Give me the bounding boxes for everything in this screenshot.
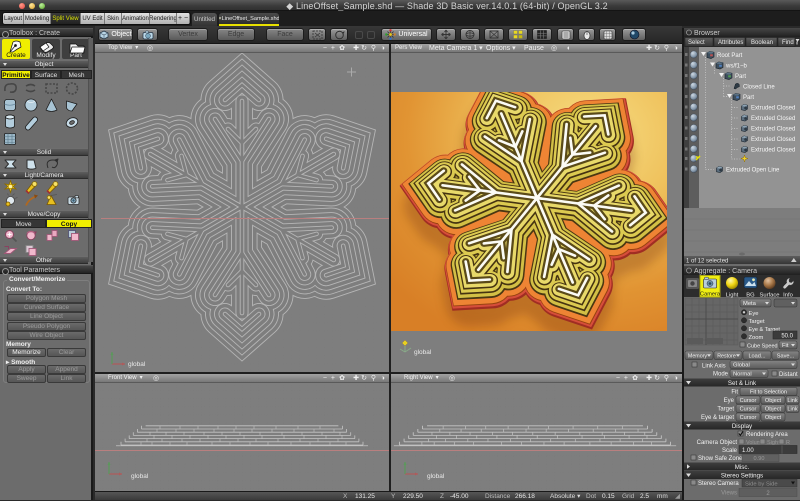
- svg-text:global: global: [414, 349, 432, 356]
- svg-text:Distant: Distant: [779, 372, 798, 378]
- svg-text:Closed Line: Closed Line: [743, 85, 775, 91]
- svg-text:Restore: Restore: [717, 354, 736, 360]
- svg-text:global: global: [128, 361, 146, 368]
- svg-text:Zoom: Zoom: [749, 335, 764, 341]
- svg-text:Cube Speed: Cube Speed: [747, 344, 778, 350]
- svg-text:Extruded Open Line: Extruded Open Line: [726, 168, 780, 174]
- svg-text:Link: Link: [787, 407, 797, 413]
- svg-text:Meta: Meta: [743, 301, 757, 307]
- svg-text:Fit: Fit: [731, 390, 738, 396]
- svg-text:Fit to Selection: Fit to Selection: [750, 390, 787, 396]
- svg-text:Target: Target: [749, 319, 766, 325]
- svg-text:Load...: Load...: [748, 354, 766, 360]
- svg-text:Stereo Settings: Stereo Settings: [721, 472, 763, 479]
- svg-text:Boolean: Boolean: [751, 40, 773, 46]
- svg-text:Extruded Closed: Extruded Closed: [751, 127, 795, 133]
- svg-text:Scale: Scale: [722, 448, 738, 454]
- svg-text:global: global: [131, 473, 149, 480]
- svg-text:Info: Info: [783, 293, 793, 299]
- svg-text:Part: Part: [743, 95, 754, 101]
- svg-text:Global: Global: [733, 363, 750, 369]
- svg-text:Normal: Normal: [733, 372, 752, 378]
- svg-text:Misc.: Misc.: [735, 464, 750, 471]
- svg-text:Save...: Save...: [777, 354, 795, 360]
- svg-text:Select: Select: [688, 40, 705, 46]
- svg-text:50.0: 50.0: [781, 334, 793, 340]
- svg-text:Sight: Sight: [767, 440, 780, 446]
- svg-text:Show Safe Zone: Show Safe Zone: [698, 456, 743, 462]
- svg-text:Cursor: Cursor: [740, 415, 757, 421]
- svg-text:Aggregate : Camera: Aggregate : Camera: [694, 268, 757, 275]
- svg-text:Light: Light: [726, 293, 739, 299]
- svg-text:Attributes: Attributes: [718, 40, 743, 46]
- svg-text:Stereo Camera: Stereo Camera: [698, 481, 739, 487]
- svg-text:1 of 12 selected: 1 of 12 selected: [686, 259, 728, 265]
- svg-text:Surface: Surface: [760, 293, 780, 299]
- svg-text:global: global: [427, 473, 445, 480]
- svg-text:Target: Target: [717, 407, 734, 413]
- svg-text:Link: Link: [787, 398, 797, 404]
- svg-text:Cursor: Cursor: [740, 407, 757, 413]
- svg-text:Camera Object: Camera Object: [697, 440, 738, 446]
- svg-text:Find: Find: [782, 40, 794, 46]
- svg-text:Mode: Mode: [713, 372, 729, 378]
- svg-text:Camera: Camera: [700, 292, 721, 298]
- svg-text:ws/f1−b: ws/f1−b: [725, 64, 748, 70]
- svg-text:Extruded Closed: Extruded Closed: [751, 148, 795, 154]
- svg-text:Object: Object: [765, 407, 782, 413]
- svg-text:Extruded Closed: Extruded Closed: [751, 116, 795, 122]
- svg-text:Set & Link: Set & Link: [728, 380, 757, 387]
- svg-text:Eye: Eye: [749, 311, 759, 317]
- svg-text:Extruded Closed: Extruded Closed: [751, 106, 795, 112]
- svg-text:Eye: Eye: [724, 398, 735, 404]
- svg-text:1.00: 1.00: [742, 448, 754, 454]
- svg-text:0.90: 0.90: [754, 456, 765, 462]
- svg-text:Side by Side: Side by Side: [745, 482, 778, 488]
- svg-text:Eye & target: Eye & target: [701, 415, 734, 421]
- svg-text:R: R: [786, 440, 790, 446]
- svg-text:BG: BG: [746, 293, 755, 299]
- svg-text:Root Part: Root Part: [717, 53, 743, 59]
- svg-text:Extruded Closed: Extruded Closed: [751, 137, 795, 143]
- svg-text:Browser: Browser: [694, 30, 720, 37]
- svg-text:Rendering Area: Rendering Area: [746, 432, 788, 438]
- svg-text:Part: Part: [735, 74, 746, 80]
- svg-text:Object: Object: [765, 415, 782, 421]
- svg-text:Link Axis: Link Axis: [702, 364, 726, 370]
- svg-text:Fit: Fit: [782, 343, 789, 349]
- svg-text:Memory: Memory: [688, 354, 707, 360]
- svg-text:Views: Views: [721, 491, 737, 497]
- svg-text:Cursor: Cursor: [740, 398, 757, 404]
- svg-text:Object: Object: [765, 398, 782, 404]
- svg-text:Display: Display: [732, 423, 753, 430]
